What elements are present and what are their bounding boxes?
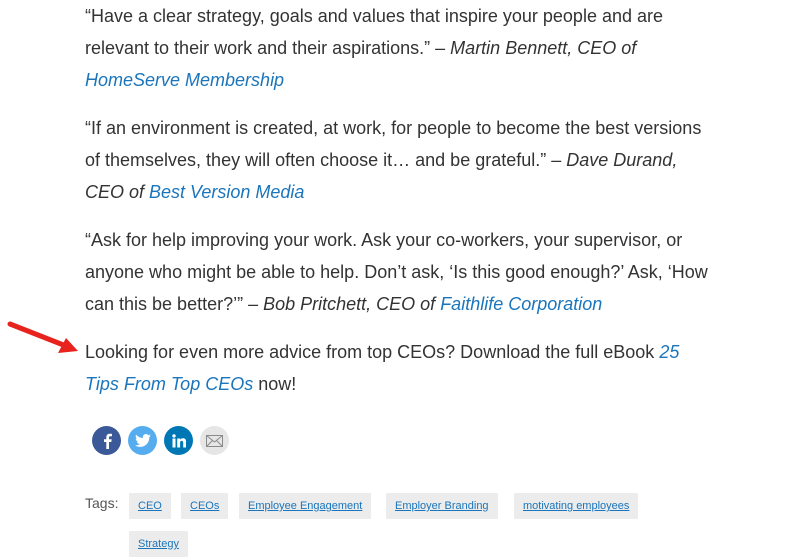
quote-paragraph: “If an environment is created, at work, … — [85, 112, 715, 208]
social-share-bar — [92, 426, 229, 455]
tag-ceo[interactable]: CEO — [129, 493, 171, 519]
company-link-best-version-media[interactable]: Best Version Media — [149, 182, 304, 202]
facebook-share-button[interactable] — [92, 426, 121, 455]
cta-text: Looking for even more advice from top CE… — [85, 342, 660, 362]
quote-attribution: – Martin Bennett, CEO of — [430, 38, 637, 58]
quote-paragraph: “Have a clear strategy, goals and values… — [85, 0, 715, 96]
company-link-homeserve[interactable]: HomeServe Membership — [85, 70, 284, 90]
twitter-share-button[interactable] — [128, 426, 157, 455]
linkedin-share-button[interactable] — [164, 426, 193, 455]
twitter-icon — [134, 433, 151, 447]
tag-motivating-employees[interactable]: motivating employees — [514, 493, 639, 519]
cta-paragraph: Looking for even more advice from top CE… — [85, 336, 715, 400]
facebook-icon — [103, 433, 112, 449]
tag-ceos[interactable]: CEOs — [181, 493, 229, 519]
tags-label: Tags: — [85, 495, 119, 511]
email-icon — [206, 434, 223, 447]
tag-strategy[interactable]: Strategy — [129, 531, 188, 557]
tag-employee-engagement[interactable]: Employee Engagement — [239, 493, 372, 519]
linkedin-icon — [171, 433, 186, 447]
email-share-button[interactable] — [200, 426, 229, 455]
quote-paragraph: “Ask for help improving your work. Ask y… — [85, 224, 715, 320]
red-arrow-icon — [7, 321, 78, 353]
company-link-faithlife[interactable]: Faithlife Corporation — [440, 294, 602, 314]
quote-attribution: – Bob Pritchett, CEO of — [243, 294, 441, 314]
cta-suffix: now! — [253, 374, 297, 394]
tag-employer-branding[interactable]: Employer Branding — [386, 493, 498, 519]
